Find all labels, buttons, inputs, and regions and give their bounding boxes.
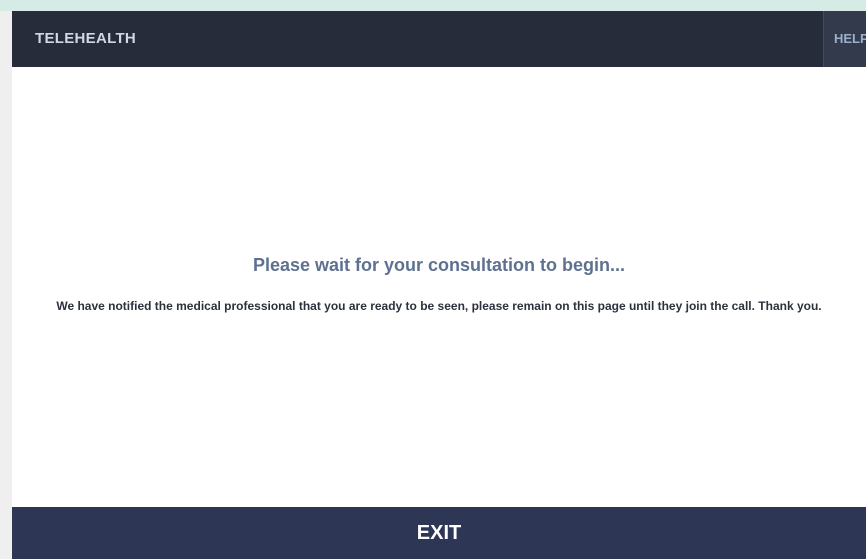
waiting-title: Please wait for your consultation to beg… [252,255,626,275]
waiting-room-content: Please wait for your consultation to beg… [12,67,866,507]
exit-button[interactable]: EXIT [12,507,866,559]
help-button-label: HELP [834,31,866,46]
browser-top-strip [0,0,866,11]
waiting-message: We have notified the medical professiona… [56,299,822,313]
help-button[interactable]: HELP [823,11,866,67]
brand-title: TELEHEALTH [35,30,137,47]
browser-left-strip [0,11,12,559]
exit-button-label: EXIT [416,522,462,544]
header-bar: TELEHEALTH HELP [12,11,866,67]
telehealth-app: TELEHEALTH HELP Please wait for your con… [12,11,866,559]
